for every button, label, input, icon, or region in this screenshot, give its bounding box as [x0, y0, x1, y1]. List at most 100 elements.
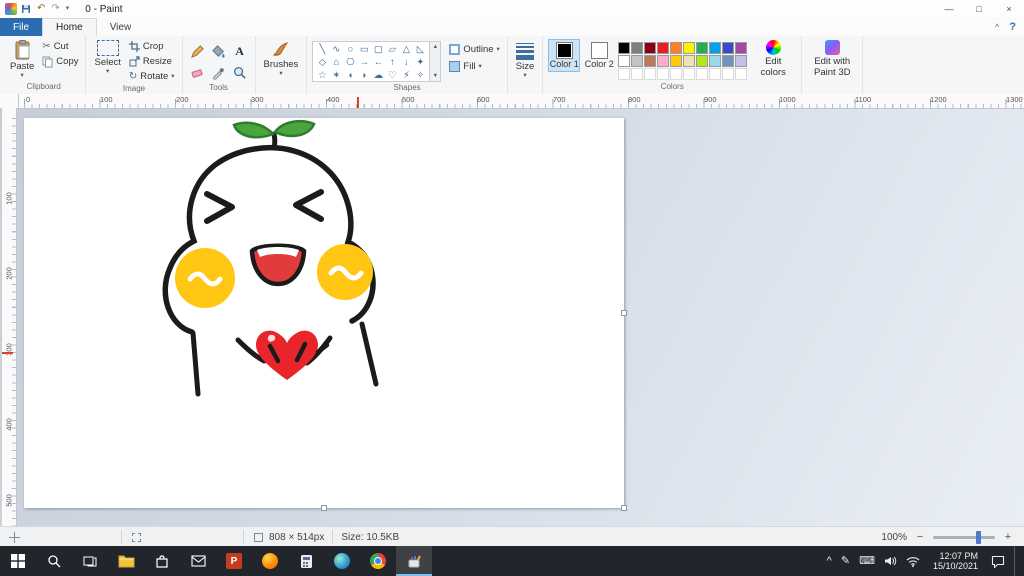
canvas-resize-handle-bottom[interactable]	[321, 505, 327, 511]
palette-color-swatch[interactable]	[657, 42, 670, 54]
crop-button[interactable]: Crop	[127, 40, 177, 53]
text-tool[interactable]: A	[230, 41, 250, 61]
taskbar-firefox[interactable]	[252, 546, 288, 576]
palette-color-swatch[interactable]	[735, 55, 748, 67]
select-button[interactable]: Select ▾	[91, 39, 123, 75]
tab-view[interactable]: View	[97, 18, 145, 36]
taskbar-calculator[interactable]	[288, 546, 324, 576]
palette-color-swatch[interactable]	[696, 55, 709, 67]
palette-empty-swatch[interactable]	[657, 68, 670, 80]
notification-center-icon[interactable]	[991, 555, 1005, 568]
zoom-slider-thumb[interactable]	[976, 530, 982, 544]
palette-color-swatch[interactable]	[683, 55, 696, 67]
taskbar-store[interactable]	[144, 546, 180, 576]
oval-shape-icon[interactable]: ○	[343, 43, 357, 56]
eraser-tool[interactable]	[188, 62, 208, 82]
fill-tool[interactable]	[209, 41, 229, 61]
palette-color-swatch[interactable]	[683, 42, 696, 54]
palette-color-swatch[interactable]	[644, 55, 657, 67]
oval-callout-shape-icon[interactable]: ◗	[357, 69, 371, 82]
palette-empty-swatch[interactable]	[631, 68, 644, 80]
left-arrow-shape-icon[interactable]: ←	[371, 56, 385, 69]
task-view-button[interactable]	[72, 546, 108, 576]
drawing-canvas[interactable]	[24, 118, 624, 508]
palette-empty-swatch[interactable]	[670, 68, 683, 80]
palette-color-swatch[interactable]	[631, 42, 644, 54]
palette-color-swatch[interactable]	[618, 55, 631, 67]
show-desktop-button[interactable]	[1014, 546, 1020, 576]
heart-shape-icon[interactable]: ♡	[385, 69, 399, 82]
palette-empty-swatch[interactable]	[735, 68, 748, 80]
scroll-up-icon[interactable]: ▲	[433, 44, 438, 50]
palette-color-swatch[interactable]	[631, 55, 644, 67]
shapes-gallery-scrollbar[interactable]: ▲ ▼	[430, 41, 442, 82]
qat-dropdown-icon[interactable]: ▾	[66, 4, 70, 14]
brushes-button[interactable]: Brushes ▾	[261, 39, 302, 77]
star-shape-icon[interactable]: ✧	[413, 69, 427, 82]
outline-button[interactable]: Outline ▾	[447, 43, 501, 56]
copy-button[interactable]: Copy	[40, 55, 80, 68]
tray-chevron-up-icon[interactable]: ^	[827, 555, 832, 567]
palette-color-swatch[interactable]	[670, 42, 683, 54]
taskbar-edge[interactable]	[324, 546, 360, 576]
taskbar-clock[interactable]: 12:07 PM 15/10/2021	[929, 551, 982, 571]
taskbar-powerpoint[interactable]: P	[216, 546, 252, 576]
start-button[interactable]	[0, 546, 36, 576]
palette-empty-swatch[interactable]	[709, 68, 722, 80]
palette-empty-swatch[interactable]	[696, 68, 709, 80]
pentagon-shape-icon[interactable]: ⌂	[329, 56, 343, 69]
color2-button[interactable]: Color 2	[583, 39, 615, 72]
palette-color-swatch[interactable]	[709, 55, 722, 67]
palette-color-swatch[interactable]	[696, 42, 709, 54]
pencil-tool[interactable]	[188, 41, 208, 61]
zoom-slider[interactable]	[933, 530, 995, 544]
triangle-shape-icon[interactable]: △	[399, 43, 413, 56]
polygon-shape-icon[interactable]: ▱	[385, 43, 399, 56]
fill-button[interactable]: Fill ▾	[447, 60, 501, 73]
palette-empty-swatch[interactable]	[683, 68, 696, 80]
magnifier-tool[interactable]	[230, 62, 250, 82]
right-triangle-shape-icon[interactable]: ◺	[413, 43, 427, 56]
palette-color-swatch[interactable]	[618, 42, 631, 54]
save-icon[interactable]	[21, 4, 31, 14]
undo-icon[interactable]: ↶	[37, 4, 45, 14]
palette-empty-swatch[interactable]	[722, 68, 735, 80]
up-arrow-shape-icon[interactable]: ↑	[385, 56, 399, 69]
tab-home[interactable]: Home	[42, 18, 97, 36]
help-icon[interactable]: ?	[1009, 21, 1016, 33]
four-point-star-shape-icon[interactable]: ✦	[413, 56, 427, 69]
palette-color-swatch[interactable]	[722, 55, 735, 67]
hexagon-shape-icon[interactable]: ⎔	[343, 56, 357, 69]
curve-shape-icon[interactable]: ∿	[329, 43, 343, 56]
volume-icon[interactable]	[884, 555, 897, 567]
edit-colors-button[interactable]: Edit colors	[750, 39, 796, 79]
canvas-resize-handle-right[interactable]	[621, 310, 627, 316]
palette-empty-swatch[interactable]	[618, 68, 631, 80]
taskbar-search-button[interactable]	[36, 546, 72, 576]
file-menu-button[interactable]: File	[0, 18, 42, 36]
five-point-star-shape-icon[interactable]: ☆	[315, 69, 329, 82]
taskbar-file-explorer[interactable]	[108, 546, 144, 576]
line-shape-icon[interactable]: ╲	[315, 43, 329, 56]
maximize-button[interactable]: □	[964, 0, 994, 18]
color1-button[interactable]: Color 1	[548, 39, 581, 72]
right-arrow-shape-icon[interactable]: →	[357, 56, 371, 69]
palette-color-swatch[interactable]	[709, 42, 722, 54]
taskbar-mail[interactable]	[180, 546, 216, 576]
edit-with-paint3d-button[interactable]: Edit with Paint 3D	[807, 39, 857, 79]
collapse-ribbon-icon[interactable]: ^	[995, 22, 999, 32]
canvas-resize-handle-corner[interactable]	[621, 505, 627, 511]
redo-icon[interactable]: ↷	[51, 4, 59, 14]
rectangle-shape-icon[interactable]: ▭	[357, 43, 371, 56]
size-button[interactable]: Size ▾	[513, 39, 537, 79]
taskbar-paint-active[interactable]	[396, 546, 432, 576]
cloud-callout-shape-icon[interactable]: ☁	[371, 69, 385, 82]
palette-color-swatch[interactable]	[722, 42, 735, 54]
rotate-button[interactable]: ↻ Rotate ▾	[127, 70, 177, 83]
rounded-rectangle-shape-icon[interactable]: ▢	[371, 43, 385, 56]
paste-button[interactable]: Paste ▾	[7, 39, 37, 79]
diamond-shape-icon[interactable]: ◇	[315, 56, 329, 69]
close-button[interactable]: ×	[994, 0, 1024, 18]
six-point-star-shape-icon[interactable]: ✶	[329, 69, 343, 82]
zoom-out-button[interactable]: −	[914, 531, 926, 543]
